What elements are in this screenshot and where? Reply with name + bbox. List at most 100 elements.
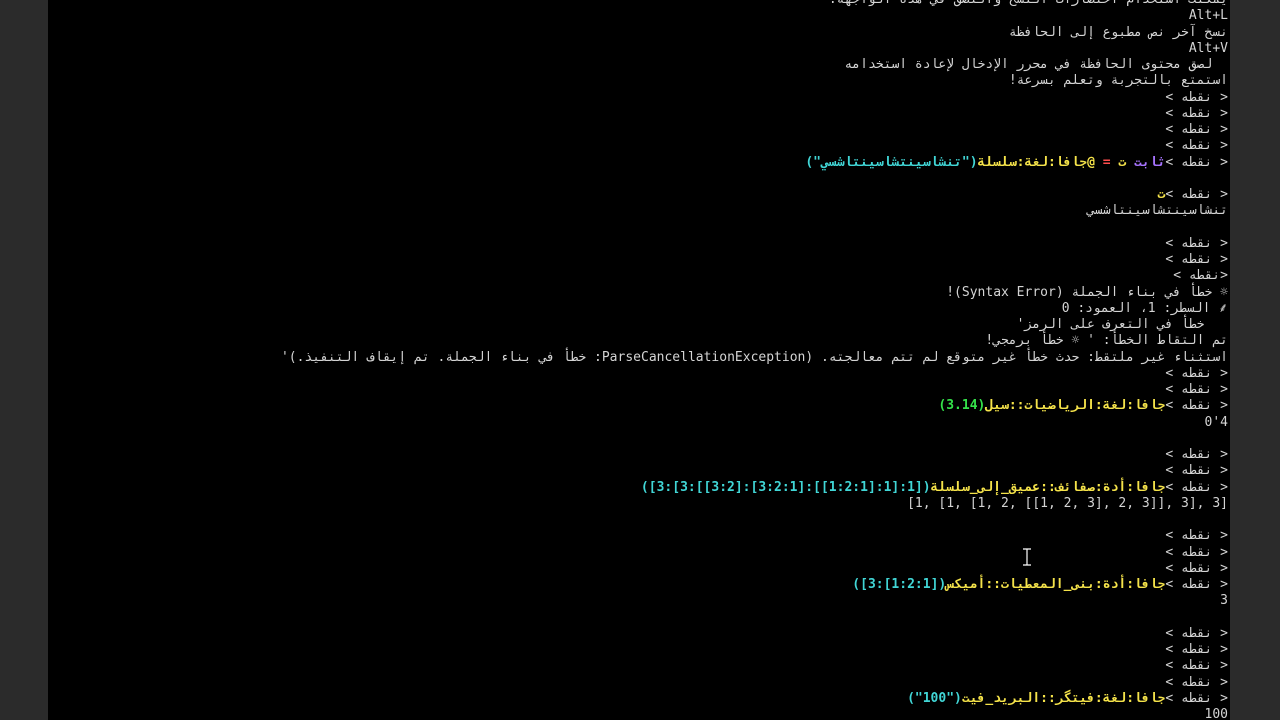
terminal-segment: خطأ في التعرف على الرمز': [1016, 317, 1228, 332]
terminal-segment: ☼ خطأ في بناء الجملة (Syntax Error)!: [946, 284, 1228, 300]
terminal-segment: < نقطه >: [1165, 187, 1228, 202]
terminal-segment: ("تنشاسينتشاسينتاشسي"): [805, 154, 978, 170]
terminal-segment: < نقطه >: [1165, 674, 1228, 690]
terminal-line: يمكنك استخدام اختصارات النسخ واللصق في ه…: [48, 0, 1230, 8]
terminal-line: < نقطه >: [48, 90, 1230, 106]
terminal-line: < نقطه >: [48, 106, 1230, 122]
terminal-segment: < نقطه >: [1165, 463, 1228, 479]
terminal-line: تنشاسينتشاسينتاشسي: [48, 203, 1230, 219]
terminal-line: < نقطه >: [48, 447, 1230, 463]
terminal-segment: تم التقاط الخطأ: ' ☼ خطأ برمجي!: [985, 333, 1228, 349]
window-frame-right: [1230, 0, 1280, 720]
terminal-segment: < نقطه >: [1165, 252, 1228, 267]
terminal-segment: ([1:[1:[1:2:1]]:[3:2:1]:[3:2]]:3]:3]): [640, 479, 931, 495]
terminal-line: < نقطه >جافا:أدة:صفائف::عميق_إلى_سلسلة([…: [48, 480, 1230, 496]
terminal-segment: < نقطه >: [1165, 365, 1228, 381]
terminal-segment: < نقطه >: [1165, 479, 1228, 495]
terminal-segment: < نقطه >: [1165, 658, 1228, 674]
terminal-line: < نقطه >جافا:لغة:فيتگر::البريد_فيت("100"…: [48, 691, 1230, 707]
terminal-segment: استثناء غير ملتقط: حدث خطأ غير متوقع لم …: [280, 349, 1228, 365]
terminal-line: استمتع بالتجربة وتعلم بسرعة!: [48, 73, 1230, 89]
terminal-segment: نسخ آخر نص مطبوع إلى الحافظة: [1008, 24, 1228, 40]
terminal-lines: يمكنك استخدام اختصارات النسخ واللصق في ه…: [48, 0, 1230, 720]
terminal-segment: < نقطه >: [1165, 560, 1228, 576]
terminal-line: استثناء غير ملتقط: حدث خطأ غير متوقع لم …: [48, 350, 1230, 366]
terminal-segment: ت: [1110, 154, 1127, 170]
terminal-output[interactable]: يمكنك استخدام اختصارات النسخ واللصق في ه…: [48, 0, 1230, 720]
terminal-segment: =: [1094, 154, 1111, 170]
terminal-segment: ⸙ السطر: 1، العمود: 0: [1061, 300, 1228, 316]
terminal-line: < نقطه >: [48, 236, 1230, 252]
terminal-segment: 3: [1220, 593, 1228, 609]
terminal-segment: < نقطه >: [1165, 625, 1228, 641]
terminal-line: Alt+L: [48, 8, 1230, 24]
terminal-segment: < نقطه >: [1165, 544, 1228, 560]
terminal-line: ☼ خطأ في بناء الجملة (Syntax Error)!: [48, 285, 1230, 301]
terminal-line: < نقطه >: [48, 122, 1230, 138]
terminal-segment: جافا:أدة:بنى_المعطيات::أميكس: [946, 577, 1166, 592]
terminal-segment: [1, [1, [1, 2, [[1, 2, 3], 2, 3]], 3], 3…: [907, 495, 1228, 511]
terminal-segment: <نقطه >: [1173, 268, 1228, 284]
terminal-segment: < نقطه >: [1165, 382, 1228, 397]
terminal-line: < نقطه >: [48, 545, 1230, 561]
text-cursor-icon: [1021, 548, 1033, 566]
terminal-line: نسخ آخر نص مطبوع إلى الحافظة: [48, 25, 1230, 41]
terminal-segment: جافا:لغة:فيتگر::البريد_فيت: [961, 690, 1166, 706]
terminal-segment: < نقطه >: [1165, 122, 1228, 137]
terminal-segment: ثابت: [1126, 154, 1166, 170]
terminal-segment: < نقطه >: [1165, 642, 1228, 657]
terminal-line: 100: [48, 707, 1230, 720]
terminal-segment: < نقطه >: [1165, 138, 1228, 154]
terminal-line: < نقطه >: [48, 382, 1230, 398]
terminal-line: < نقطه >: [48, 252, 1230, 268]
terminal-line: < نقطه >: [48, 463, 1230, 479]
terminal-segment: (3.14): [938, 398, 986, 414]
terminal-line: < نقطه >ت: [48, 187, 1230, 203]
terminal-segment: < نقطه >: [1165, 577, 1228, 592]
terminal-segment: < نقطه >: [1165, 154, 1228, 170]
terminal-segment: لصق محتوى الحافظة في محرر الإدخال لإعادة…: [844, 57, 1228, 72]
terminal-line: [1, [1, [1, 2, [[1, 2, 3], 2, 3]], 3], 3…: [48, 496, 1230, 512]
terminal-segment: ([1:2:1]:3]): [852, 577, 947, 592]
terminal-line: تم التقاط الخطأ: ' ☼ خطأ برمجي!: [48, 333, 1230, 349]
terminal-line: < نقطه >ثابت ت = @جافا:لغة:سلسلة("تنشاسي…: [48, 155, 1230, 171]
terminal-line: <نقطه >: [48, 268, 1230, 284]
terminal-segment: Alt+L: [1188, 8, 1228, 24]
terminal-line: 3: [48, 593, 1230, 609]
terminal-line: < نقطه >: [48, 642, 1230, 658]
terminal-segment: < نقطه >: [1165, 447, 1228, 462]
terminal-line: خطأ في التعرف على الرمز': [48, 317, 1230, 333]
terminal-line: 4'0: [48, 415, 1230, 431]
terminal-line: < نقطه >: [48, 528, 1230, 544]
terminal-segment: جافا:لغة:الرياضيات::سيل: [985, 398, 1166, 414]
terminal-line: < نقطه >: [48, 658, 1230, 674]
terminal-line: < نقطه >: [48, 366, 1230, 382]
terminal-segment: < نقطه >: [1165, 105, 1228, 121]
terminal-segment: تنشاسينتشاسينتاشسي: [1087, 203, 1228, 219]
terminal-line: < نقطه >جافا:أدة:بنى_المعطيات::أميكس([1:…: [48, 577, 1230, 593]
terminal-segment: استمتع بالتجربة وتعلم بسرعة!: [1008, 73, 1228, 89]
terminal-segment: < نقطه >: [1165, 528, 1228, 544]
terminal-segment: 100: [1204, 707, 1228, 720]
terminal-segment: ("100"): [907, 690, 962, 706]
terminal-segment: < نقطه >: [1165, 89, 1228, 105]
terminal-segment: < نقطه >: [1165, 235, 1228, 251]
terminal-line: < نقطه >جافا:لغة:الرياضيات::سيل(3.14): [48, 398, 1230, 414]
terminal-segment: < نقطه >: [1165, 690, 1228, 706]
terminal-line: < نقطه >: [48, 675, 1230, 691]
terminal-segment: @جافا:لغة:سلسلة: [977, 154, 1095, 170]
terminal-line: ⸙ السطر: 1، العمود: 0: [48, 301, 1230, 317]
terminal-segment: < نقطه >: [1165, 398, 1228, 414]
terminal-line: < نقطه >: [48, 138, 1230, 154]
terminal-line: < نقطه >: [48, 561, 1230, 577]
terminal-segment: جافا:أدة:صفائف::عميق_إلى_سلسلة: [930, 479, 1166, 495]
window-frame-left: [0, 0, 48, 720]
terminal-line: Alt+V: [48, 41, 1230, 57]
terminal-segment: يمكنك استخدام اختصارات النسخ واللصق في ه…: [829, 0, 1228, 7]
terminal-line: لصق محتوى الحافظة في محرر الإدخال لإعادة…: [48, 57, 1230, 73]
terminal-line: < نقطه >: [48, 626, 1230, 642]
